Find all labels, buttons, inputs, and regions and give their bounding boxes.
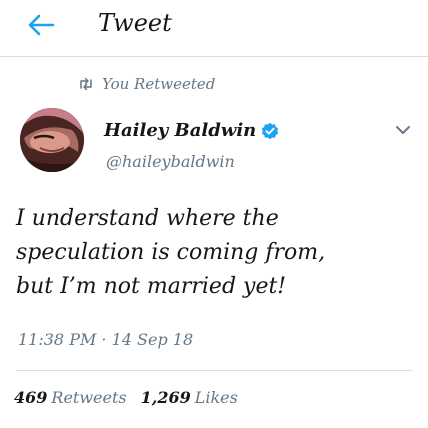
- tweet-text: I understand where the speculation is co…: [16, 202, 416, 304]
- retweet-context: You Retweeted: [78, 74, 215, 94]
- profile-photo: [20, 108, 84, 172]
- page-title: Tweet: [98, 9, 172, 37]
- tweet-timestamp[interactable]: 11:38 PM · 14 Sep 18: [18, 330, 193, 350]
- top-bar: Tweet: [0, 0, 428, 57]
- back-button[interactable]: [24, 10, 58, 40]
- tweet-text-line: I understand where the: [16, 206, 279, 231]
- arrow-left-icon: [28, 14, 55, 36]
- avatar[interactable]: [20, 108, 84, 172]
- retweets-count[interactable]: 469: [14, 388, 47, 408]
- likes-label[interactable]: Likes: [195, 388, 238, 408]
- author-name-row[interactable]: Hailey Baldwin: [104, 120, 279, 142]
- verified-badge-icon: [262, 122, 279, 140]
- retweet-context-label: You Retweeted: [102, 75, 216, 93]
- retweets-label[interactable]: Retweets: [51, 388, 126, 408]
- tweet-stats: 469 Retweets 1,269 Likes: [14, 388, 252, 408]
- author-handle[interactable]: @haileybaldwin: [106, 152, 235, 172]
- tweet-text-line: speculation is coming from,: [16, 240, 326, 265]
- tweet-detail-screen: Tweet You Retweeted Hailey Baldwin @hail…: [0, 0, 428, 428]
- retweet-icon: [80, 77, 92, 91]
- author-name[interactable]: Hailey Baldwin: [104, 120, 256, 142]
- tweet-text-line: but I’m not married yet!: [16, 274, 287, 299]
- likes-count[interactable]: 1,269: [141, 388, 191, 408]
- chevron-down-icon[interactable]: [395, 124, 411, 136]
- divider: [16, 370, 412, 371]
